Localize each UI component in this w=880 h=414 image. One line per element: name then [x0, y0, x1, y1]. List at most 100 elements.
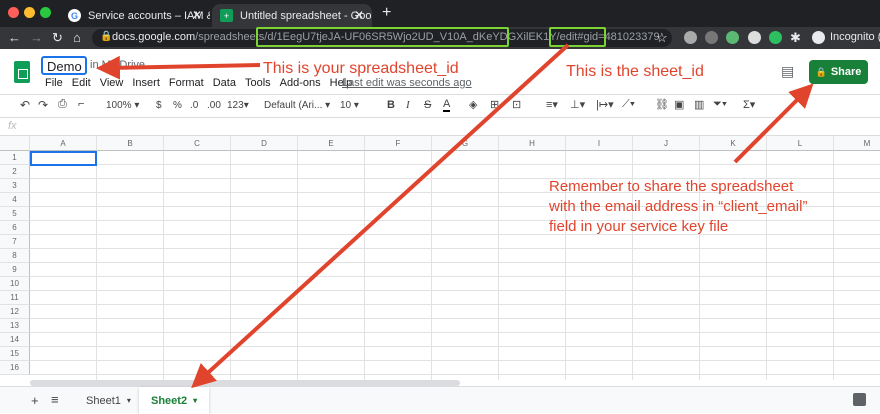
incognito-icon[interactable]: [812, 31, 825, 44]
add-sheet-button[interactable]: +: [31, 393, 39, 408]
italic-button[interactable]: I: [406, 99, 410, 111]
reload-icon[interactable]: ↻: [52, 30, 63, 46]
row-header-7[interactable]: 7: [0, 235, 30, 249]
profile-label[interactable]: Incognito (3: [830, 31, 880, 43]
percent-button[interactable]: %: [173, 100, 182, 111]
document-location[interactable]: in My Drive: [90, 59, 145, 71]
borders-icon[interactable]: ⊞: [490, 98, 499, 111]
row-header-11[interactable]: 11: [0, 291, 30, 305]
share-button[interactable]: 🔒 Share: [809, 60, 868, 84]
insert-link-icon[interactable]: ⛓: [655, 98, 669, 111]
row-header-15[interactable]: 15: [0, 347, 30, 361]
evernote-icon[interactable]: [769, 31, 782, 44]
chevron-down-icon[interactable]: ▾: [193, 396, 197, 405]
spreadsheet-grid[interactable]: A B C D E F G H I J K L M 1 2 3 4 5 6 7 8 9 10 11 12 13 14 15 16: [0, 136, 880, 380]
forward-icon[interactable]: →: [30, 30, 43, 45]
close-tab-icon[interactable]: ✕: [192, 8, 202, 22]
print-icon[interactable]: ⎙: [58, 98, 67, 111]
document-title-input[interactable]: Demo: [41, 56, 87, 75]
menu-file[interactable]: File: [45, 77, 63, 89]
browser-tab-service-accounts[interactable]: G Service accounts – IAM & Adm ✕: [60, 4, 210, 27]
row-header-12[interactable]: 12: [0, 305, 30, 319]
merge-cells-icon[interactable]: ⊡: [512, 98, 521, 111]
currency-button[interactable]: $: [156, 100, 162, 111]
comment-icon[interactable]: ▤: [781, 63, 794, 80]
column-header-j[interactable]: J: [633, 136, 700, 151]
redo-icon[interactable]: ↷: [38, 98, 48, 112]
column-header-f[interactable]: F: [365, 136, 432, 151]
column-header-d[interactable]: D: [231, 136, 298, 151]
all-sheets-icon[interactable]: ≡: [51, 392, 59, 407]
column-header-m[interactable]: M: [834, 136, 880, 151]
functions-icon[interactable]: Σ▾: [743, 98, 755, 111]
corner-cell[interactable]: [0, 136, 30, 151]
column-header-e[interactable]: E: [298, 136, 365, 151]
row-header-10[interactable]: 10: [0, 277, 30, 291]
insert-comment-icon[interactable]: ▣: [674, 98, 684, 111]
column-header-i[interactable]: I: [566, 136, 633, 151]
menu-insert[interactable]: Insert: [132, 77, 160, 89]
minimize-window-icon[interactable]: [24, 7, 35, 18]
vertical-align-icon[interactable]: ⊥▾: [570, 98, 585, 111]
horizontal-align-icon[interactable]: ≡▾: [546, 98, 558, 111]
sheet-tab-sheet2[interactable]: Sheet2 ▾: [139, 387, 210, 414]
close-window-icon[interactable]: [8, 7, 19, 18]
fill-color-icon[interactable]: ◈: [469, 98, 477, 111]
browser-tab-spreadsheet[interactable]: + Untitled spreadsheet - Google ✕: [212, 4, 372, 27]
zoom-select[interactable]: 100% ▾: [106, 100, 139, 111]
home-icon[interactable]: ⌂: [73, 30, 81, 45]
bookmark-star-icon[interactable]: ☆: [656, 30, 668, 46]
decrease-decimal-button[interactable]: .0: [190, 100, 198, 111]
sheet-tab-sheet1[interactable]: Sheet1 ▾: [74, 387, 143, 414]
menu-data[interactable]: Data: [213, 77, 236, 89]
row-header-14[interactable]: 14: [0, 333, 30, 347]
puzzle-extensions-icon[interactable]: ✱: [790, 30, 801, 46]
back-icon[interactable]: ←: [8, 30, 21, 45]
text-rotation-icon[interactable]: ⟋▾: [622, 98, 635, 111]
strikethrough-button[interactable]: S: [424, 99, 431, 111]
maximize-window-icon[interactable]: [40, 7, 51, 18]
selected-cell-a1[interactable]: [30, 151, 97, 166]
column-header-a[interactable]: A: [30, 136, 97, 151]
row-header-4[interactable]: 4: [0, 193, 30, 207]
column-header-k[interactable]: K: [700, 136, 767, 151]
column-header-h[interactable]: H: [499, 136, 566, 151]
text-color-button[interactable]: A: [443, 98, 451, 112]
column-header-c[interactable]: C: [164, 136, 231, 151]
paint-format-icon[interactable]: ⌐: [78, 98, 84, 110]
bold-button[interactable]: B: [387, 99, 395, 111]
chat-extension-icon[interactable]: [748, 31, 761, 44]
increase-decimal-button[interactable]: .00: [207, 100, 221, 111]
menu-view[interactable]: View: [100, 77, 124, 89]
chevron-down-icon[interactable]: ▾: [127, 396, 131, 405]
row-header-9[interactable]: 9: [0, 263, 30, 277]
font-size-select[interactable]: 10 ▾: [340, 100, 359, 111]
row-header-8[interactable]: 8: [0, 249, 30, 263]
row-header-1[interactable]: 1: [0, 151, 30, 165]
extension-icon[interactable]: [705, 31, 718, 44]
insert-chart-icon[interactable]: ▥: [694, 98, 704, 111]
undo-icon[interactable]: ↶: [20, 98, 30, 112]
column-header-g[interactable]: G: [432, 136, 499, 151]
menu-edit[interactable]: Edit: [72, 77, 91, 89]
column-header-b[interactable]: B: [97, 136, 164, 151]
column-header-l[interactable]: L: [767, 136, 834, 151]
more-formats-select[interactable]: 123▾: [227, 100, 249, 111]
text-wrapping-icon[interactable]: |↦▾: [596, 98, 614, 111]
row-header-2[interactable]: 2: [0, 165, 30, 179]
row-header-16[interactable]: 16: [0, 361, 30, 375]
row-header-6[interactable]: 6: [0, 221, 30, 235]
green-extension-icon[interactable]: [726, 31, 739, 44]
font-select[interactable]: Default (Ari... ▾: [264, 100, 330, 111]
row-header-3[interactable]: 3: [0, 179, 30, 193]
new-tab-button[interactable]: +: [382, 4, 391, 22]
close-tab-icon[interactable]: ✕: [354, 8, 364, 22]
formula-bar[interactable]: fx: [0, 118, 880, 136]
row-header-5[interactable]: 5: [0, 207, 30, 221]
sheets-logo-icon[interactable]: [14, 61, 30, 83]
filter-icon[interactable]: ⏷▾: [713, 98, 727, 111]
row-header-13[interactable]: 13: [0, 319, 30, 333]
camera-extension-icon[interactable]: [684, 31, 697, 44]
explore-icon[interactable]: [853, 393, 866, 406]
menu-format[interactable]: Format: [169, 77, 204, 89]
